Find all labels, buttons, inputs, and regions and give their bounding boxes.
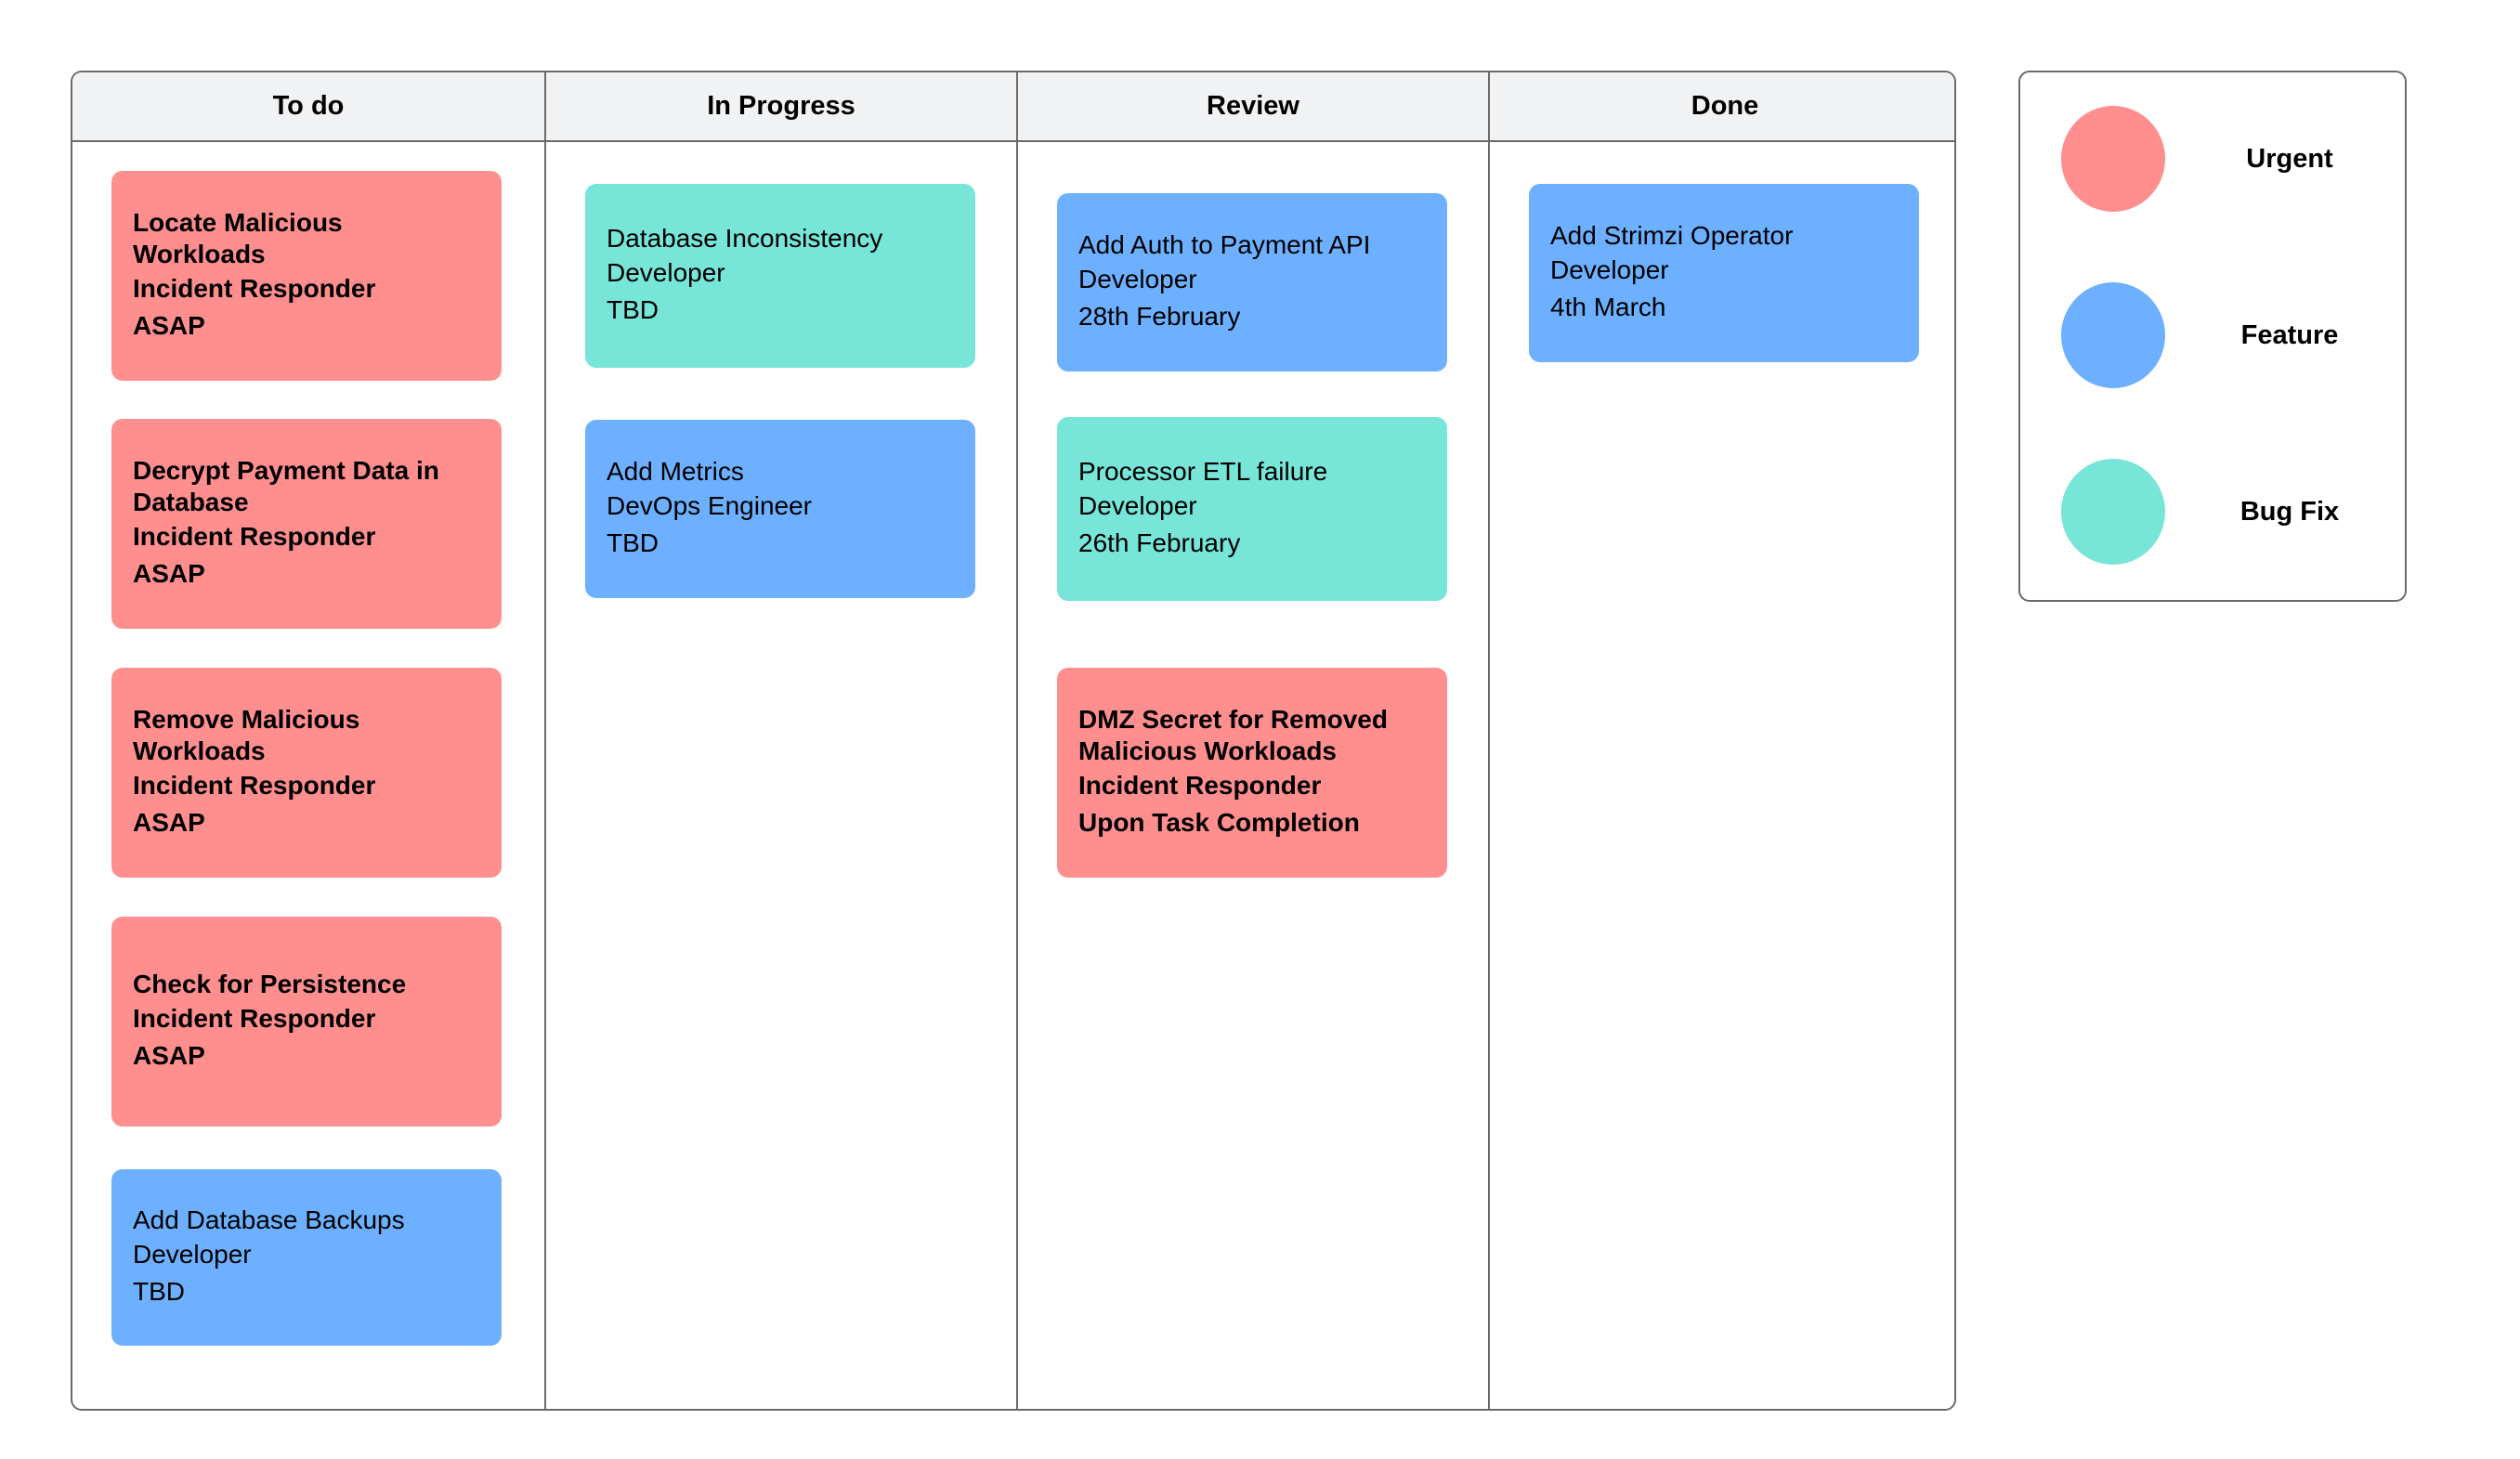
task-card[interactable]: Processor ETL failure Developer 26th Feb… xyxy=(1057,417,1447,601)
task-card[interactable]: Add Strimzi Operator Developer 4th March xyxy=(1529,184,1919,362)
legend-label: Bug Fix xyxy=(2239,496,2340,527)
card-title: Add Database Backups xyxy=(133,1205,405,1234)
card-due: TBD xyxy=(607,295,659,324)
legend-label: Feature xyxy=(2240,319,2339,350)
card-owner: Incident Responder xyxy=(133,1004,376,1033)
card-owner: Developer xyxy=(607,258,725,287)
card-owner: Incident Responder xyxy=(1078,771,1322,800)
card-due: Upon Task Completion xyxy=(1078,808,1360,837)
card-owner: Incident Responder xyxy=(133,522,376,551)
card-due: ASAP xyxy=(133,808,205,837)
task-card[interactable]: Database Inconsistency Developer TBD xyxy=(585,184,975,368)
card-due: ASAP xyxy=(133,559,205,588)
card-due: 28th February xyxy=(1078,302,1241,331)
feature-color-swatch-icon xyxy=(2061,282,2165,388)
column-header: In Progress xyxy=(546,72,1016,142)
column-review: Review Add Auth to Payment API Developer… xyxy=(1016,72,1488,1409)
legend-item-bugfix: Bug Fix xyxy=(2061,459,2396,565)
urgent-color-swatch-icon xyxy=(2061,106,2165,212)
card-owner: DevOps Engineer xyxy=(607,491,813,520)
column-header: Review xyxy=(1018,72,1488,142)
card-title: Database Inconsistency xyxy=(607,224,883,253)
column-in-progress: In Progress Database Inconsistency Devel… xyxy=(544,72,1016,1409)
card-title: DMZ Secret for Removed Malicious Workloa… xyxy=(1078,705,1388,765)
task-card[interactable]: Decrypt Payment Data in Database Inciden… xyxy=(111,419,502,629)
legend: Urgent Feature Bug Fix xyxy=(2018,71,2407,602)
column-to-do: To do Locate Malicious Workloads Inciden… xyxy=(72,72,544,1409)
card-title: Processor ETL failure xyxy=(1078,457,1328,486)
card-due: 4th March xyxy=(1550,293,1666,321)
card-due: 26th February xyxy=(1078,528,1241,557)
card-title: Remove Malicious Workloads xyxy=(133,705,360,765)
task-card[interactable]: DMZ Secret for Removed Malicious Workloa… xyxy=(1057,668,1447,878)
card-title: Locate Malicious Workloads xyxy=(133,208,343,268)
task-card[interactable]: Check for Persistence Incident Responder… xyxy=(111,917,502,1127)
card-owner: Developer xyxy=(1550,255,1669,284)
legend-item-feature: Feature xyxy=(2061,282,2396,388)
card-owner: Developer xyxy=(133,1240,252,1269)
card-owner: Incident Responder xyxy=(133,274,376,303)
card-owner: Incident Responder xyxy=(133,771,376,800)
column-header: To do xyxy=(72,72,544,142)
card-owner: Developer xyxy=(1078,491,1197,520)
kanban-board: To do Locate Malicious Workloads Inciden… xyxy=(71,71,1956,1411)
task-card[interactable]: Add Metrics DevOps Engineer TBD xyxy=(585,420,975,598)
card-title: Add Metrics xyxy=(607,457,744,486)
task-card[interactable]: Add Auth to Payment API Developer 28th F… xyxy=(1057,193,1447,371)
card-title: Add Auth to Payment API xyxy=(1078,230,1371,259)
card-title: Add Strimzi Operator xyxy=(1550,221,1794,250)
task-card[interactable]: Locate Malicious Workloads Incident Resp… xyxy=(111,171,502,381)
card-title: Decrypt Payment Data in Database xyxy=(133,456,439,516)
card-title: Check for Persistence xyxy=(133,970,407,998)
card-due: ASAP xyxy=(133,1041,205,1070)
column-done: Done Add Strimzi Operator Developer 4th … xyxy=(1488,72,1954,1409)
task-card[interactable]: Add Database Backups Developer TBD xyxy=(111,1169,502,1346)
legend-item-urgent: Urgent xyxy=(2061,106,2396,212)
card-due: ASAP xyxy=(133,311,205,340)
card-due: TBD xyxy=(133,1277,185,1306)
task-card[interactable]: Remove Malicious Workloads Incident Resp… xyxy=(111,668,502,878)
card-due: TBD xyxy=(607,528,659,557)
card-owner: Developer xyxy=(1078,265,1197,293)
legend-label: Urgent xyxy=(2246,143,2333,174)
column-header: Done xyxy=(1490,72,1954,142)
bugfix-color-swatch-icon xyxy=(2061,459,2165,565)
